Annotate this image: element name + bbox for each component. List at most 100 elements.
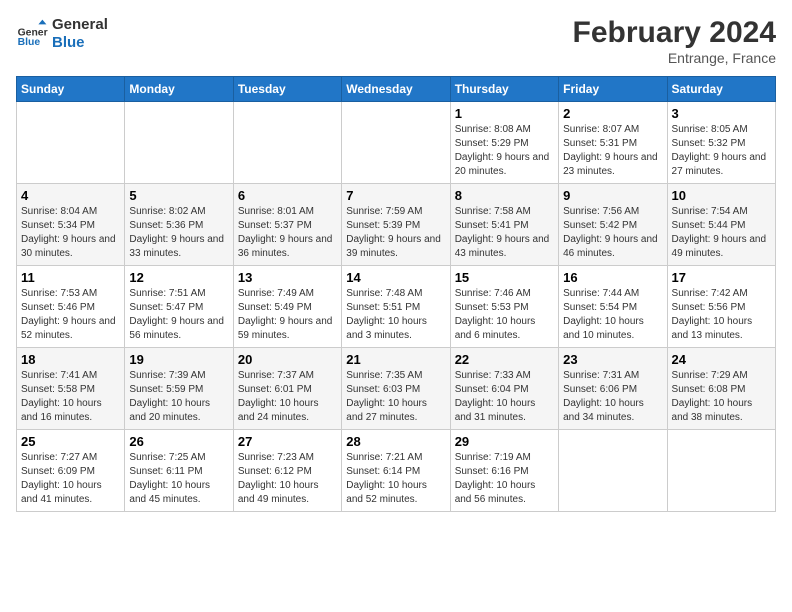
calendar-cell: 25 Sunrise: 7:27 AM Sunset: 6:09 PM Dayli… — [17, 430, 125, 512]
calendar-subtitle: Entrange, France — [573, 50, 776, 66]
calendar-cell: 7 Sunrise: 7:59 AM Sunset: 5:39 PM Daylig… — [342, 184, 450, 266]
calendar-cell: 15 Sunrise: 7:46 AM Sunset: 5:53 PM Dayli… — [450, 266, 558, 348]
calendar-cell: 21 Sunrise: 7:35 AM Sunset: 6:03 PM Dayli… — [342, 348, 450, 430]
calendar-cell: 2Sunrise: 8:07 AM Sunset: 5:31 PM Daylig… — [559, 102, 667, 184]
calendar-cell: 22 Sunrise: 7:33 AM Sunset: 6:04 PM Dayli… — [450, 348, 558, 430]
calendar-week-row: 18 Sunrise: 7:41 AM Sunset: 5:58 PM Dayli… — [17, 348, 776, 430]
day-info: Sunrise: 7:31 AM Sunset: 6:06 PM Dayligh… — [563, 369, 662, 425]
calendar-day-header: Tuesday — [233, 77, 341, 102]
day-info: Sunrise: 7:44 AM Sunset: 5:54 PM Dayligh… — [563, 287, 662, 343]
calendar-cell — [233, 102, 341, 184]
day-number: 11 — [21, 270, 120, 285]
calendar-cell: 28 Sunrise: 7:21 AM Sunset: 6:14 PM Dayli… — [342, 430, 450, 512]
calendar-cell: 12 Sunrise: 7:51 AM Sunset: 5:47 PM Dayli… — [125, 266, 233, 348]
calendar-cell: 13 Sunrise: 7:49 AM Sunset: 5:49 PM Dayli… — [233, 266, 341, 348]
day-number: 27 — [238, 434, 337, 449]
day-number: 13 — [238, 270, 337, 285]
day-number: 5 — [129, 188, 228, 203]
day-number: 6 — [238, 188, 337, 203]
calendar-cell — [667, 430, 775, 512]
day-number: 3 — [672, 106, 771, 121]
day-info: Sunrise: 7:48 AM Sunset: 5:51 PM Dayligh… — [346, 287, 445, 343]
calendar-table: SundayMondayTuesdayWednesdayThursdayFrid… — [16, 76, 776, 512]
calendar-cell: 17 Sunrise: 7:42 AM Sunset: 5:56 PM Dayli… — [667, 266, 775, 348]
calendar-title: February 2024 — [573, 16, 776, 50]
calendar-cell: 26 Sunrise: 7:25 AM Sunset: 6:11 PM Dayli… — [125, 430, 233, 512]
day-number: 1 — [455, 106, 554, 121]
day-info: Sunrise: 7:49 AM Sunset: 5:49 PM Dayligh… — [238, 287, 337, 343]
calendar-cell — [17, 102, 125, 184]
calendar-day-header: Wednesday — [342, 77, 450, 102]
svg-text:Blue: Blue — [18, 37, 41, 48]
day-info: Sunrise: 7:59 AM Sunset: 5:39 PM Dayligh… — [346, 205, 445, 261]
calendar-cell: 29Sunrise: 7:19 AM Sunset: 6:16 PM Dayli… — [450, 430, 558, 512]
calendar-cell: 6 Sunrise: 8:01 AM Sunset: 5:37 PM Daylig… — [233, 184, 341, 266]
calendar-header-row: SundayMondayTuesdayWednesdayThursdayFrid… — [17, 77, 776, 102]
day-info: Sunrise: 7:37 AM Sunset: 6:01 PM Dayligh… — [238, 369, 337, 425]
day-info: Sunrise: 7:27 AM Sunset: 6:09 PM Dayligh… — [21, 451, 120, 507]
calendar-cell: 23 Sunrise: 7:31 AM Sunset: 6:06 PM Dayli… — [559, 348, 667, 430]
day-number: 22 — [455, 352, 554, 367]
calendar-cell: 8 Sunrise: 7:58 AM Sunset: 5:41 PM Daylig… — [450, 184, 558, 266]
calendar-week-row: 1 Sunrise: 8:08 AM Sunset: 5:29 PM Daylig… — [17, 102, 776, 184]
day-number: 17 — [672, 270, 771, 285]
day-number: 20 — [238, 352, 337, 367]
calendar-cell: 19 Sunrise: 7:39 AM Sunset: 5:59 PM Dayli… — [125, 348, 233, 430]
calendar-day-header: Friday — [559, 77, 667, 102]
day-info: Sunrise: 7:46 AM Sunset: 5:53 PM Dayligh… — [455, 287, 554, 343]
calendar-cell: 11 Sunrise: 7:53 AM Sunset: 5:46 PM Dayli… — [17, 266, 125, 348]
day-number: 24 — [672, 352, 771, 367]
day-number: 19 — [129, 352, 228, 367]
day-info: Sunrise: 7:19 AM Sunset: 6:16 PM Dayligh… — [455, 451, 554, 507]
calendar-cell: 20 Sunrise: 7:37 AM Sunset: 6:01 PM Dayli… — [233, 348, 341, 430]
day-info: Sunrise: 7:58 AM Sunset: 5:41 PM Dayligh… — [455, 205, 554, 261]
calendar-day-header: Monday — [125, 77, 233, 102]
day-number: 21 — [346, 352, 445, 367]
calendar-week-row: 25 Sunrise: 7:27 AM Sunset: 6:09 PM Dayli… — [17, 430, 776, 512]
calendar-cell — [342, 102, 450, 184]
calendar-day-header: Sunday — [17, 77, 125, 102]
day-info: Sunrise: 7:23 AM Sunset: 6:12 PM Dayligh… — [238, 451, 337, 507]
day-number: 23 — [563, 352, 662, 367]
day-number: 8 — [455, 188, 554, 203]
day-info: Sunrise: 8:05 AM Sunset: 5:32 PM Dayligh… — [672, 123, 771, 179]
calendar-cell: 16Sunrise: 7:44 AM Sunset: 5:54 PM Dayli… — [559, 266, 667, 348]
day-number: 12 — [129, 270, 228, 285]
day-info: Sunrise: 7:53 AM Sunset: 5:46 PM Dayligh… — [21, 287, 120, 343]
day-info: Sunrise: 7:39 AM Sunset: 5:59 PM Dayligh… — [129, 369, 228, 425]
calendar-cell — [559, 430, 667, 512]
day-info: Sunrise: 7:25 AM Sunset: 6:11 PM Dayligh… — [129, 451, 228, 507]
calendar-day-header: Saturday — [667, 77, 775, 102]
day-info: Sunrise: 8:02 AM Sunset: 5:36 PM Dayligh… — [129, 205, 228, 261]
calendar-cell: 5 Sunrise: 8:02 AM Sunset: 5:36 PM Daylig… — [125, 184, 233, 266]
day-number: 10 — [672, 188, 771, 203]
calendar-cell: 14 Sunrise: 7:48 AM Sunset: 5:51 PM Dayli… — [342, 266, 450, 348]
day-number: 28 — [346, 434, 445, 449]
calendar-day-header: Thursday — [450, 77, 558, 102]
day-number: 9 — [563, 188, 662, 203]
logo-icon: General Blue — [16, 18, 48, 50]
logo: General Blue General Blue — [16, 16, 108, 52]
day-info: Sunrise: 7:51 AM Sunset: 5:47 PM Dayligh… — [129, 287, 228, 343]
logo-blue: Blue — [52, 34, 108, 52]
day-number: 18 — [21, 352, 120, 367]
day-number: 7 — [346, 188, 445, 203]
day-info: Sunrise: 7:29 AM Sunset: 6:08 PM Dayligh… — [672, 369, 771, 425]
day-info: Sunrise: 7:21 AM Sunset: 6:14 PM Dayligh… — [346, 451, 445, 507]
day-info: Sunrise: 8:08 AM Sunset: 5:29 PM Dayligh… — [455, 123, 554, 179]
day-number: 15 — [455, 270, 554, 285]
day-number: 2 — [563, 106, 662, 121]
day-info: Sunrise: 7:33 AM Sunset: 6:04 PM Dayligh… — [455, 369, 554, 425]
calendar-week-row: 11 Sunrise: 7:53 AM Sunset: 5:46 PM Dayli… — [17, 266, 776, 348]
day-info: Sunrise: 7:35 AM Sunset: 6:03 PM Dayligh… — [346, 369, 445, 425]
calendar-cell: 24 Sunrise: 7:29 AM Sunset: 6:08 PM Dayli… — [667, 348, 775, 430]
day-info: Sunrise: 7:41 AM Sunset: 5:58 PM Dayligh… — [21, 369, 120, 425]
day-number: 26 — [129, 434, 228, 449]
day-number: 25 — [21, 434, 120, 449]
calendar-cell: 1 Sunrise: 8:08 AM Sunset: 5:29 PM Daylig… — [450, 102, 558, 184]
day-info: Sunrise: 8:01 AM Sunset: 5:37 PM Dayligh… — [238, 205, 337, 261]
day-number: 14 — [346, 270, 445, 285]
calendar-cell: 10Sunrise: 7:54 AM Sunset: 5:44 PM Dayli… — [667, 184, 775, 266]
day-info: Sunrise: 7:42 AM Sunset: 5:56 PM Dayligh… — [672, 287, 771, 343]
day-number: 4 — [21, 188, 120, 203]
